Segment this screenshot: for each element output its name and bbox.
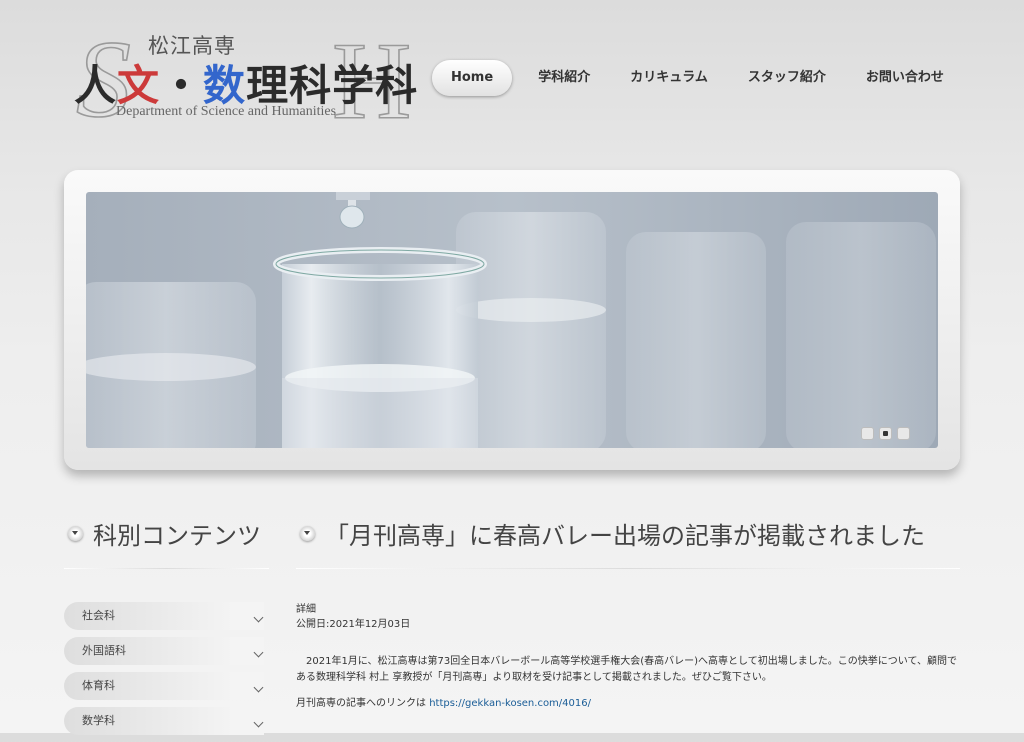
main-nav: Home 学科紹介 カリキュラム スタッフ紹介 お問い合わせ [432, 60, 964, 96]
chevron-down-icon [253, 717, 264, 728]
nav-contact[interactable]: お問い合わせ [846, 60, 964, 96]
article-link-line: 月刊高専の記事へのリンクは https://gekkan-kosen.com/4… [296, 696, 966, 712]
sidebar-item-physical-education[interactable]: 体育科 [64, 672, 264, 700]
sidebar-menu: 社会科 外国語科 体育科 数学科 [64, 602, 264, 742]
article-title: 「月刊高専」に春高バレー出場の記事が掲載されました [325, 522, 925, 550]
sidebar-item-label: 外国語科 [82, 644, 126, 657]
logo-english-name: Department of Science and Humanities [116, 104, 337, 119]
chevron-down-icon [253, 612, 264, 623]
nav-department-intro[interactable]: 学科紹介 [518, 60, 610, 96]
sidebar-item-label: 数学科 [82, 714, 115, 727]
article-published-date: 公開日:2021年12月03日 [296, 619, 411, 630]
article-external-link[interactable]: https://gekkan-kosen.com/4016/ [429, 698, 591, 709]
bullet-icon [68, 526, 83, 541]
image-slider [64, 170, 960, 470]
article-link-prefix: 月刊高専の記事へのリンクは [296, 698, 426, 709]
nav-home[interactable]: Home [432, 60, 513, 96]
nav-curriculum[interactable]: カリキュラム [610, 60, 728, 96]
sidebar-item-label: 体育科 [82, 679, 115, 692]
sidebar-item-mathematics[interactable]: 数学科 [64, 707, 264, 735]
chevron-down-icon [253, 647, 264, 658]
article-heading: 「月刊高専」に春高バレー出場の記事が掲載されました [300, 516, 925, 551]
slider-dot-1[interactable] [861, 427, 874, 440]
test-tubes-photo [86, 192, 938, 448]
bullet-icon [300, 526, 315, 541]
sidebar-item-social-studies[interactable]: 社会科 [64, 602, 264, 630]
chevron-down-icon [253, 682, 264, 693]
sidebar-divider [64, 568, 269, 569]
sidebar-title: 科別コンテンツ [93, 522, 261, 550]
slider-dot-3[interactable] [897, 427, 910, 440]
sidebar-item-label: 社会科 [82, 609, 115, 622]
slide-image[interactable] [86, 192, 938, 448]
site-logo[interactable]: S H 松江高専 人文・数理科学科 Department of Science … [70, 28, 420, 128]
slider-dot-2[interactable] [879, 427, 892, 440]
article-paragraph: 2021年1月に、松江高専は第73回全日本バレーボール高等学校選手権大会(春高バ… [296, 656, 957, 683]
sidebar-heading: 科別コンテンツ [68, 516, 261, 551]
article-divider [296, 568, 960, 569]
slider-pagination [861, 427, 910, 440]
nav-staff[interactable]: スタッフ紹介 [728, 60, 846, 96]
sidebar-item-foreign-languages[interactable]: 外国語科 [64, 637, 264, 665]
article-body: 詳細 公開日:2021年12月03日 2021年1月に、松江高専は第73回全日本… [296, 602, 966, 712]
article-detail-label: 詳細 [296, 604, 316, 615]
